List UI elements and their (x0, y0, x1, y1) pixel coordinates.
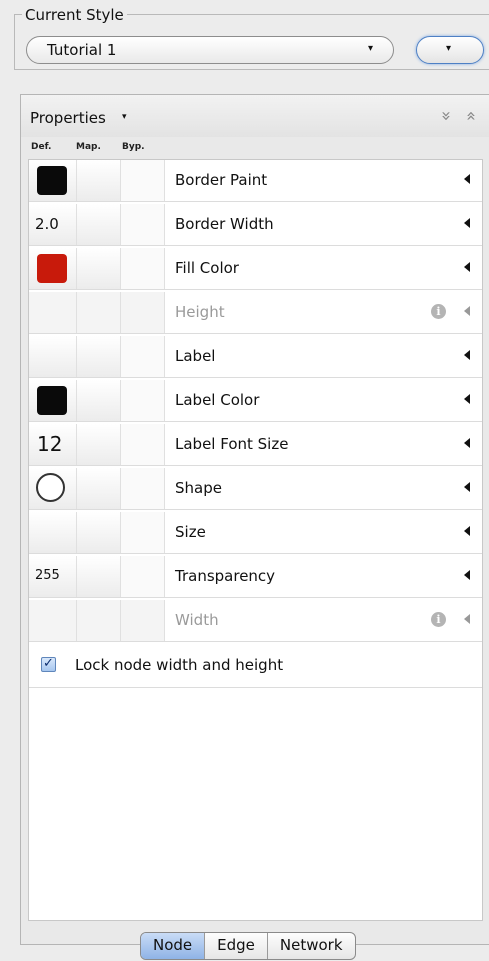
mapping-cell[interactable] (77, 468, 121, 509)
mapping-cell[interactable] (77, 248, 121, 289)
bypass-cell (121, 292, 165, 333)
tab-bar: Node Edge Network (140, 932, 356, 960)
property-label: Border Paint (175, 171, 268, 189)
expand-all-icon[interactable]: » (436, 111, 456, 121)
default-cell (29, 600, 77, 641)
property-row-border-width[interactable]: 2.0 Border Width (29, 204, 482, 246)
property-row-fill-color[interactable]: Fill Color (29, 248, 482, 290)
color-swatch (37, 166, 67, 195)
color-swatch (37, 386, 67, 415)
properties-panel: Properties ▾ » « Def. Map. Byp. Border P… (20, 94, 489, 945)
expand-arrow-icon[interactable] (464, 482, 470, 492)
default-cell[interactable] (29, 336, 77, 377)
bypass-cell[interactable] (121, 204, 165, 245)
mapping-cell[interactable] (77, 380, 121, 421)
bypass-cell[interactable] (121, 380, 165, 421)
style-dropdown[interactable]: Tutorial 1 ▾ (26, 36, 394, 64)
property-row-label-font-size[interactable]: 12 Label Font Size (29, 424, 482, 466)
bypass-cell[interactable] (121, 512, 165, 553)
expand-arrow-icon[interactable] (464, 306, 470, 316)
lock-row: ✓ Lock node width and height (29, 644, 482, 688)
property-row-label[interactable]: Label (29, 336, 482, 378)
mapping-cell[interactable] (77, 424, 121, 465)
collapse-all-icon[interactable]: « (461, 111, 481, 121)
tab-edge[interactable]: Edge (205, 933, 268, 959)
mapping-cell[interactable] (77, 204, 121, 245)
expand-arrow-icon[interactable] (464, 614, 470, 624)
property-row-border-paint[interactable]: Border Paint (29, 160, 482, 202)
property-row-size[interactable]: Size (29, 512, 482, 554)
property-label: Label (175, 347, 216, 365)
bypass-cell[interactable] (121, 468, 165, 509)
mapping-cell (77, 600, 121, 641)
default-cell[interactable] (29, 468, 77, 509)
expand-arrow-icon[interactable] (464, 570, 470, 580)
properties-menu-arrow-icon[interactable]: ▾ (122, 112, 127, 122)
property-label: Transparency (175, 567, 276, 585)
expand-arrow-icon[interactable] (464, 262, 470, 272)
column-header-def: Def. (31, 142, 52, 152)
properties-header: Properties ▾ » « (21, 95, 489, 137)
expand-arrow-icon[interactable] (464, 350, 470, 360)
property-row-width[interactable]: Width i (29, 600, 482, 642)
expand-arrow-icon[interactable] (464, 438, 470, 448)
default-value: 2.0 (35, 215, 59, 233)
default-cell[interactable] (29, 512, 77, 553)
expand-arrow-icon[interactable] (464, 218, 470, 228)
column-header-map: Map. (76, 142, 101, 152)
ellipse-shape-icon (36, 473, 65, 502)
expand-arrow-icon[interactable] (464, 174, 470, 184)
bypass-cell[interactable] (121, 556, 165, 597)
property-label: Label Color (175, 391, 260, 409)
lock-label: Lock node width and height (75, 656, 284, 674)
property-row-transparency[interactable]: 255 Transparency (29, 556, 482, 598)
property-label: Size (175, 523, 206, 541)
style-dropdown-value: Tutorial 1 (47, 41, 117, 59)
property-row-label-color[interactable]: Label Color (29, 380, 482, 422)
tab-network[interactable]: Network (268, 933, 355, 959)
property-label: Label Font Size (175, 435, 289, 453)
expand-arrow-icon[interactable] (464, 526, 470, 536)
style-options-button[interactable]: ▾ (416, 36, 484, 64)
default-cell (29, 292, 77, 333)
properties-title[interactable]: Properties (30, 109, 106, 127)
mapping-cell[interactable] (77, 556, 121, 597)
default-value: 12 (37, 432, 63, 456)
tab-node[interactable]: Node (141, 933, 206, 959)
lock-checkbox[interactable]: ✓ (41, 657, 56, 672)
info-icon[interactable]: i (431, 612, 446, 627)
properties-list: Border Paint 2.0 Border Width Fill Color Hei… (28, 159, 483, 921)
property-label: Height (175, 303, 225, 321)
expand-arrow-icon[interactable] (464, 394, 470, 404)
chevron-down-icon: ▾ (367, 43, 373, 54)
default-value: 255 (35, 568, 60, 583)
property-row-shape[interactable]: Shape (29, 468, 482, 510)
chevron-down-icon: ▾ (446, 43, 452, 54)
column-header-byp: Byp. (122, 142, 145, 152)
default-cell[interactable]: 255 (29, 556, 77, 597)
default-cell[interactable] (29, 380, 77, 421)
current-style-legend: Current Style (22, 6, 127, 24)
default-cell[interactable]: 2.0 (29, 204, 77, 245)
default-cell[interactable] (29, 248, 77, 289)
property-label: Fill Color (175, 259, 239, 277)
property-label: Width (175, 611, 219, 629)
mapping-cell[interactable] (77, 336, 121, 377)
default-cell[interactable] (29, 160, 77, 201)
bypass-cell[interactable] (121, 336, 165, 377)
color-swatch (37, 254, 67, 283)
bypass-cell[interactable] (121, 160, 165, 201)
info-icon[interactable]: i (431, 304, 446, 319)
property-label: Border Width (175, 215, 274, 233)
property-label: Shape (175, 479, 222, 497)
default-cell[interactable]: 12 (29, 424, 77, 465)
property-row-height[interactable]: Height i (29, 292, 482, 334)
mapping-cell (77, 292, 121, 333)
mapping-cell[interactable] (77, 160, 121, 201)
bypass-cell[interactable] (121, 248, 165, 289)
mapping-cell[interactable] (77, 512, 121, 553)
bypass-cell[interactable] (121, 424, 165, 465)
bypass-cell (121, 600, 165, 641)
